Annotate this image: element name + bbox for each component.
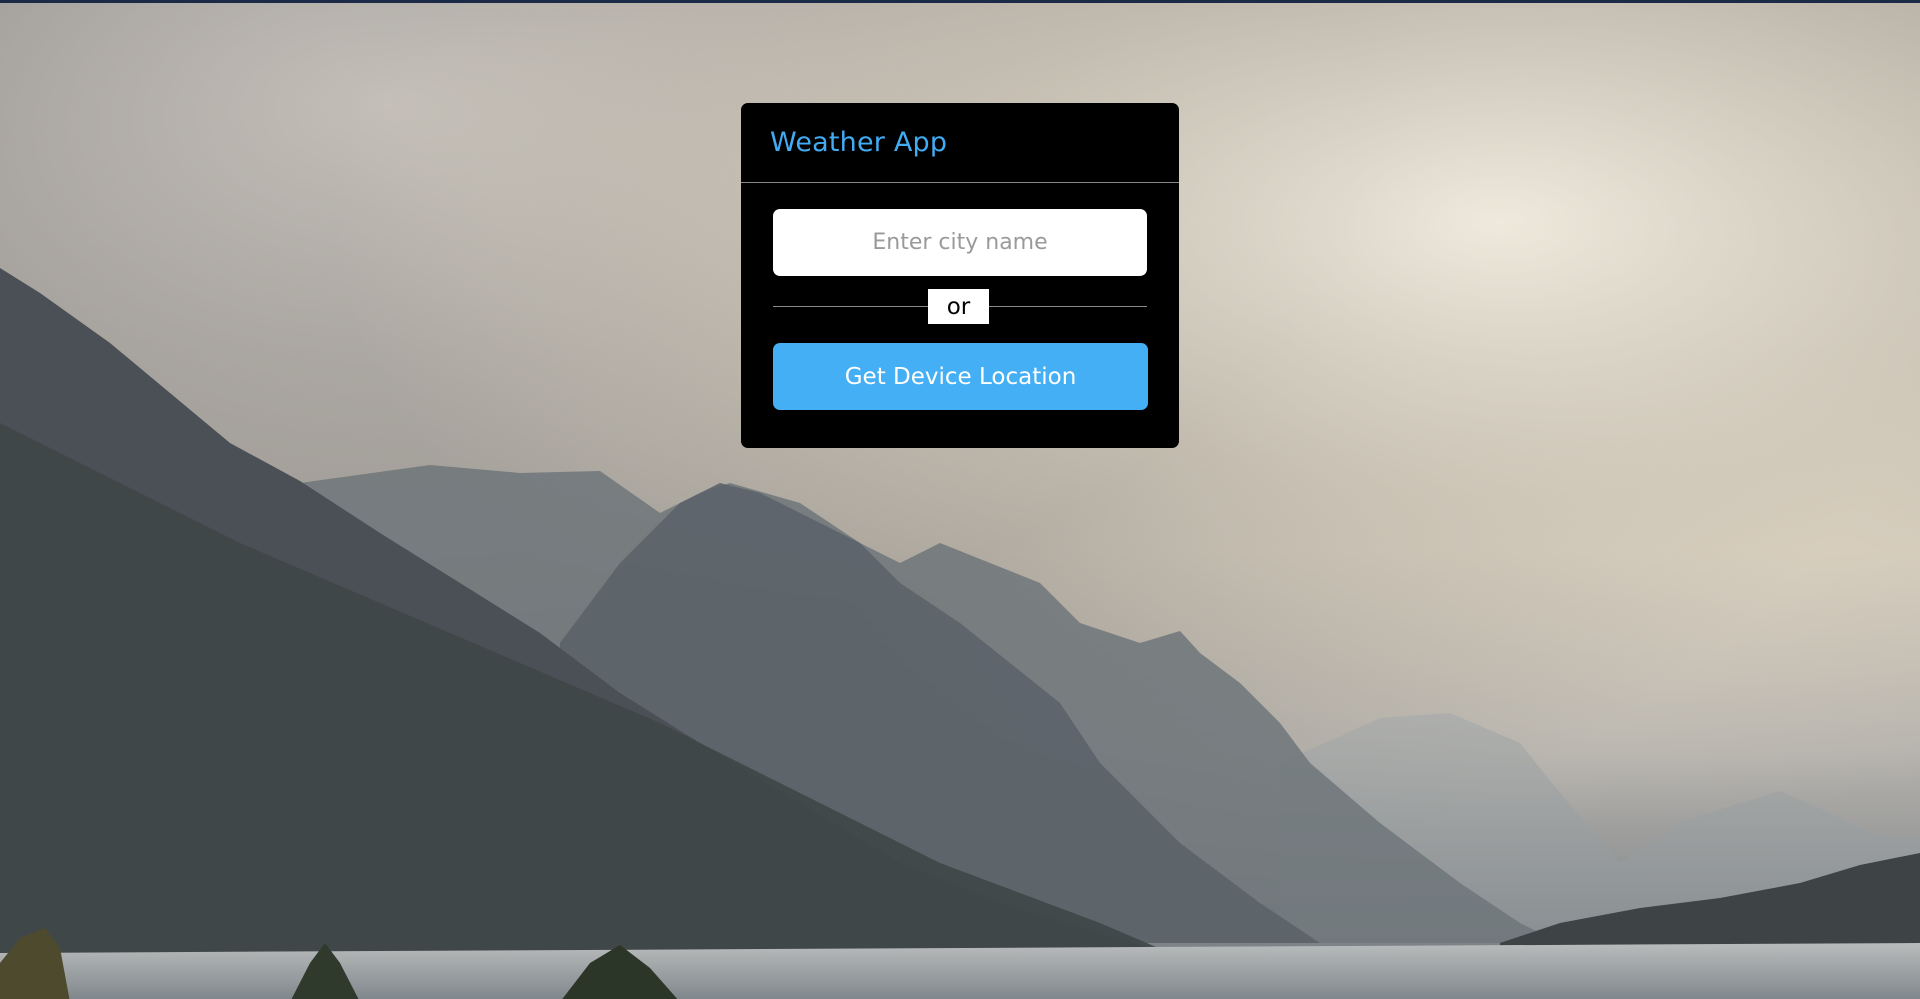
or-divider: or bbox=[773, 289, 1147, 329]
card-header: Weather App bbox=[741, 103, 1179, 183]
card-body: or Get Device Location bbox=[741, 183, 1179, 410]
get-device-location-button[interactable]: Get Device Location bbox=[773, 343, 1148, 410]
app-title: Weather App bbox=[770, 127, 948, 158]
weather-search-card: Weather App or Get Device Location bbox=[741, 103, 1179, 448]
city-search-input[interactable] bbox=[773, 209, 1147, 276]
divider-label: or bbox=[928, 289, 989, 324]
